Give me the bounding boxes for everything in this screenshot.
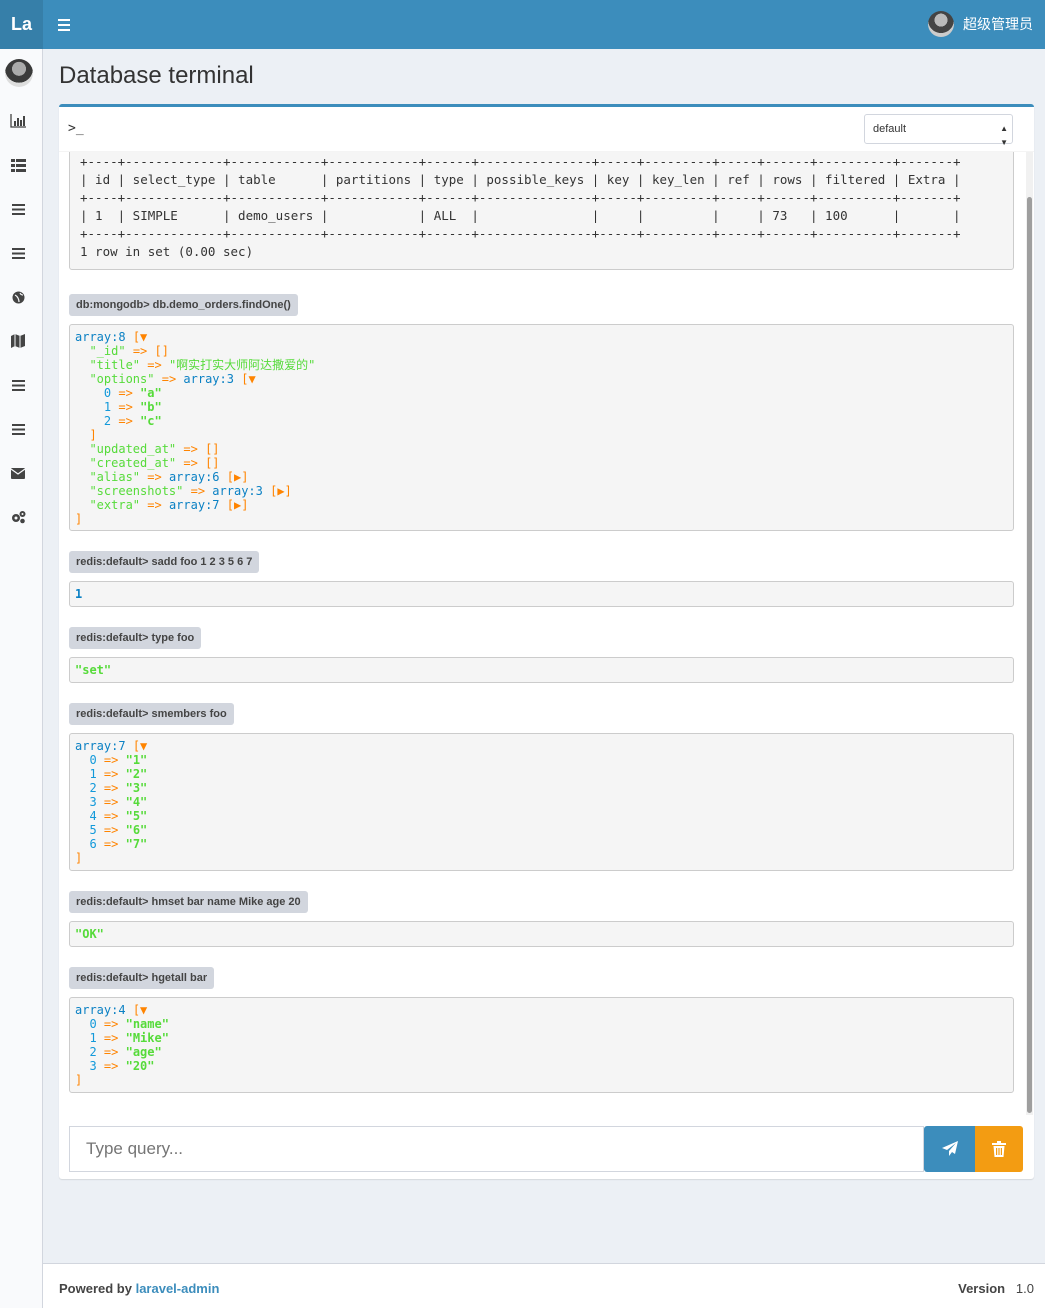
envelope-icon[interactable] bbox=[9, 464, 27, 482]
dump-key: "title" bbox=[89, 358, 141, 372]
command-badge: redis:default> smembers foo bbox=[69, 703, 234, 725]
dump-value: "5" bbox=[125, 809, 148, 823]
page-title: Database terminal bbox=[59, 62, 254, 89]
top-navbar: La 超级管理员 bbox=[0, 0, 1045, 49]
laravel-admin-link[interactable]: laravel-admin bbox=[136, 1281, 220, 1296]
trash-icon bbox=[992, 1141, 1006, 1157]
bar-chart-icon[interactable] bbox=[9, 112, 27, 130]
dump-header: array:4 bbox=[75, 1003, 126, 1017]
dump-header: array:8 bbox=[75, 330, 126, 344]
dump-value: "3" bbox=[125, 781, 148, 795]
dump-value: "name" bbox=[125, 1017, 169, 1031]
gears-icon[interactable] bbox=[9, 508, 27, 526]
send-button[interactable] bbox=[924, 1126, 975, 1172]
paper-plane-icon bbox=[941, 1141, 958, 1156]
dump-value: "Mike" bbox=[125, 1031, 169, 1045]
dump-key: "extra" bbox=[89, 498, 141, 512]
dump-value: "c" bbox=[140, 414, 162, 428]
sql-separator: +----+-------------+------------+-------… bbox=[80, 190, 961, 205]
dump-header: array:7 bbox=[75, 739, 126, 753]
dump-value: "20" bbox=[125, 1059, 155, 1073]
dump-value: array:3 bbox=[212, 484, 263, 498]
dump-key: "alias" bbox=[89, 470, 141, 484]
globe-icon[interactable] bbox=[9, 288, 27, 306]
dump-value: array:3 bbox=[183, 372, 234, 386]
command-badge: redis:default> hmset bar name Mike age 2… bbox=[69, 891, 308, 913]
table-icon[interactable] bbox=[9, 156, 27, 174]
terminal-box: >_ default ▲ ▼ +----+-------------+------… bbox=[59, 104, 1034, 1179]
select-arrows-icon: ▲ ▼ bbox=[1000, 124, 1008, 147]
footer: Powered by laravel-admin Version 1.0 bbox=[43, 1263, 1045, 1308]
version-value: 1.0 bbox=[1015, 1281, 1034, 1296]
hgetall-result: array:4 [▼ 0 => "name" 1 => "Mike" 2 => … bbox=[69, 997, 1014, 1093]
user-avatar bbox=[928, 11, 954, 37]
dump-key: "options" bbox=[89, 372, 155, 386]
bars-icon[interactable] bbox=[9, 244, 27, 262]
footer-credits: Powered by laravel-admin bbox=[59, 1281, 219, 1296]
dump-value: "1" bbox=[125, 753, 148, 767]
command-badge: redis:default> type foo bbox=[69, 627, 202, 649]
bars-icon[interactable] bbox=[9, 376, 27, 394]
smembers-result: array:7 [▼ 0 => "1" 1 => "2" 2 => "3" 3 … bbox=[69, 733, 1014, 871]
dump-value: "7" bbox=[125, 837, 148, 851]
terminal-prompt-icon: >_ bbox=[68, 121, 84, 136]
sql-result: +----+-------------+------------+-------… bbox=[69, 152, 1014, 270]
dump-key: "_id" bbox=[89, 344, 126, 358]
dump-value: "age" bbox=[125, 1045, 162, 1059]
powered-by-label: Powered by bbox=[59, 1281, 132, 1296]
dump-value: array:7 bbox=[168, 498, 220, 512]
sadd-result: 1 bbox=[69, 581, 1014, 607]
logo[interactable]: La bbox=[0, 0, 43, 49]
command-badge: redis:default> sadd foo 1 2 3 5 6 7 bbox=[69, 551, 260, 573]
clear-button[interactable] bbox=[975, 1126, 1023, 1172]
footer-version: Version 1.0 bbox=[958, 1281, 1034, 1296]
dump-value: "啊实打实大师阿达撒爱的" bbox=[168, 358, 316, 372]
dump-value: "a" bbox=[140, 386, 162, 400]
dump-value: "2" bbox=[125, 767, 148, 781]
dump-value: "4" bbox=[125, 795, 148, 809]
hmset-result: "OK" bbox=[69, 921, 1014, 947]
bars-icon[interactable] bbox=[9, 420, 27, 438]
sql-summary: 1 row in set (0.00 sec) bbox=[80, 244, 254, 259]
dump-value: "b" bbox=[140, 400, 162, 414]
sql-separator: +----+-------------+------------+-------… bbox=[80, 226, 961, 241]
dump-value: "6" bbox=[125, 823, 148, 837]
dump-key: "created_at" bbox=[89, 456, 177, 470]
terminal-output[interactable]: +----+-------------+------------+-------… bbox=[59, 152, 1034, 1115]
sql-separator: +----+-------------+------------+-------… bbox=[80, 154, 961, 169]
query-input[interactable] bbox=[69, 1126, 924, 1172]
connection-select-value: default bbox=[873, 123, 907, 135]
mongo-result: array:8 [▼ "_id" => [] "title" => "啊实打实大… bbox=[69, 324, 1014, 531]
sidebar-toggle-icon[interactable] bbox=[52, 15, 76, 35]
sidebar bbox=[0, 49, 43, 1308]
version-label: Version bbox=[958, 1281, 1006, 1296]
terminal-header: >_ default ▲ ▼ bbox=[59, 107, 1034, 152]
dump-key: "screenshots" bbox=[89, 484, 184, 498]
terminal-scrollbar[interactable] bbox=[1026, 152, 1033, 1115]
user-menu[interactable]: 超级管理员 bbox=[928, 11, 1033, 37]
command-badge: redis:default> hgetall bar bbox=[69, 967, 215, 989]
type-result: "set" bbox=[69, 657, 1014, 683]
sidebar-avatar bbox=[5, 59, 33, 87]
scrollbar-thumb[interactable] bbox=[1027, 197, 1032, 1113]
connection-select[interactable]: default ▲ ▼ bbox=[864, 114, 1013, 147]
dump-key: "updated_at" bbox=[89, 442, 177, 456]
map-icon[interactable] bbox=[9, 332, 27, 350]
bars-icon[interactable] bbox=[9, 200, 27, 218]
user-name: 超级管理员 bbox=[963, 16, 1033, 32]
sql-header-row: | id | select_type | table | partitions … bbox=[80, 172, 961, 187]
command-badge: db:mongodb> db.demo_orders.findOne() bbox=[69, 294, 298, 316]
dump-value: array:6 bbox=[168, 470, 220, 484]
sql-data-row: | 1 | SIMPLE | demo_users | | ALL | | | … bbox=[80, 208, 961, 223]
